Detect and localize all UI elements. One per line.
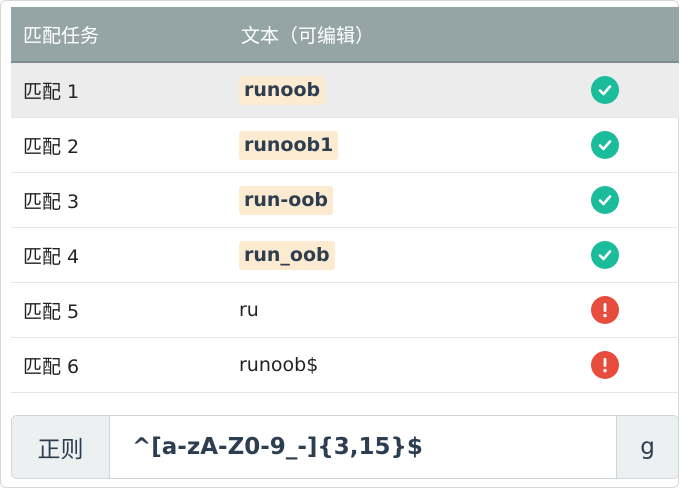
check-circle-icon [591,241,619,269]
regex-input-group: 正则 g [11,415,679,479]
unmatched-text[interactable]: runoob$ [239,354,318,376]
status-cell [585,186,625,214]
check-circle-icon [591,76,619,104]
task-label: 匹配 4 [23,245,80,268]
check-circle-icon [591,131,619,159]
task-label: 匹配 6 [23,355,80,378]
table-row: 匹配 1 runoob [11,63,679,118]
matched-text[interactable]: run_oob [239,240,335,270]
matched-text[interactable]: runoob [239,75,326,105]
header-task: 匹配任务 [23,24,100,47]
status-cell [585,131,625,159]
table-row: 匹配 3 run-oob [11,173,679,228]
task-label: 匹配 5 [23,300,80,323]
regex-input[interactable] [110,416,616,478]
status-cell [585,76,625,104]
exclamation-circle-icon [591,351,619,379]
matched-text[interactable]: runoob1 [239,130,339,160]
table-row: 匹配 5 ru [11,283,679,338]
test-text-cell[interactable]: run-oob [237,185,585,215]
test-text-cell[interactable]: ru [237,299,585,321]
matched-text[interactable]: run-oob [239,185,334,215]
check-circle-icon [591,186,619,214]
regex-tester-panel: 匹配任务 文本（可编辑） 匹配 1 runoob 匹配 2 runoob1 匹配… [0,0,679,488]
header-text: 文本（可编辑） [241,24,375,47]
test-text-cell[interactable]: run_oob [237,240,585,270]
test-text-cell[interactable]: runoob$ [237,354,585,376]
status-cell [585,351,625,379]
test-text-cell[interactable]: runoob1 [237,130,585,160]
test-text-cell[interactable]: runoob [237,75,585,105]
regex-flags[interactable]: g [616,416,678,478]
status-cell [585,241,625,269]
match-table: 匹配任务 文本（可编辑） 匹配 1 runoob 匹配 2 runoob1 匹配… [11,7,679,393]
status-cell [585,296,625,324]
task-label: 匹配 1 [23,80,80,103]
task-label: 匹配 2 [23,135,80,158]
exclamation-circle-icon [591,296,619,324]
table-row: 匹配 6 runoob$ [11,338,679,393]
table-row: 匹配 4 run_oob [11,228,679,283]
regex-prefix-label: 正则 [12,416,110,478]
unmatched-text[interactable]: ru [239,299,259,321]
task-label: 匹配 3 [23,190,80,213]
table-row: 匹配 2 runoob1 [11,118,679,173]
table-header: 匹配任务 文本（可编辑） [11,7,679,63]
